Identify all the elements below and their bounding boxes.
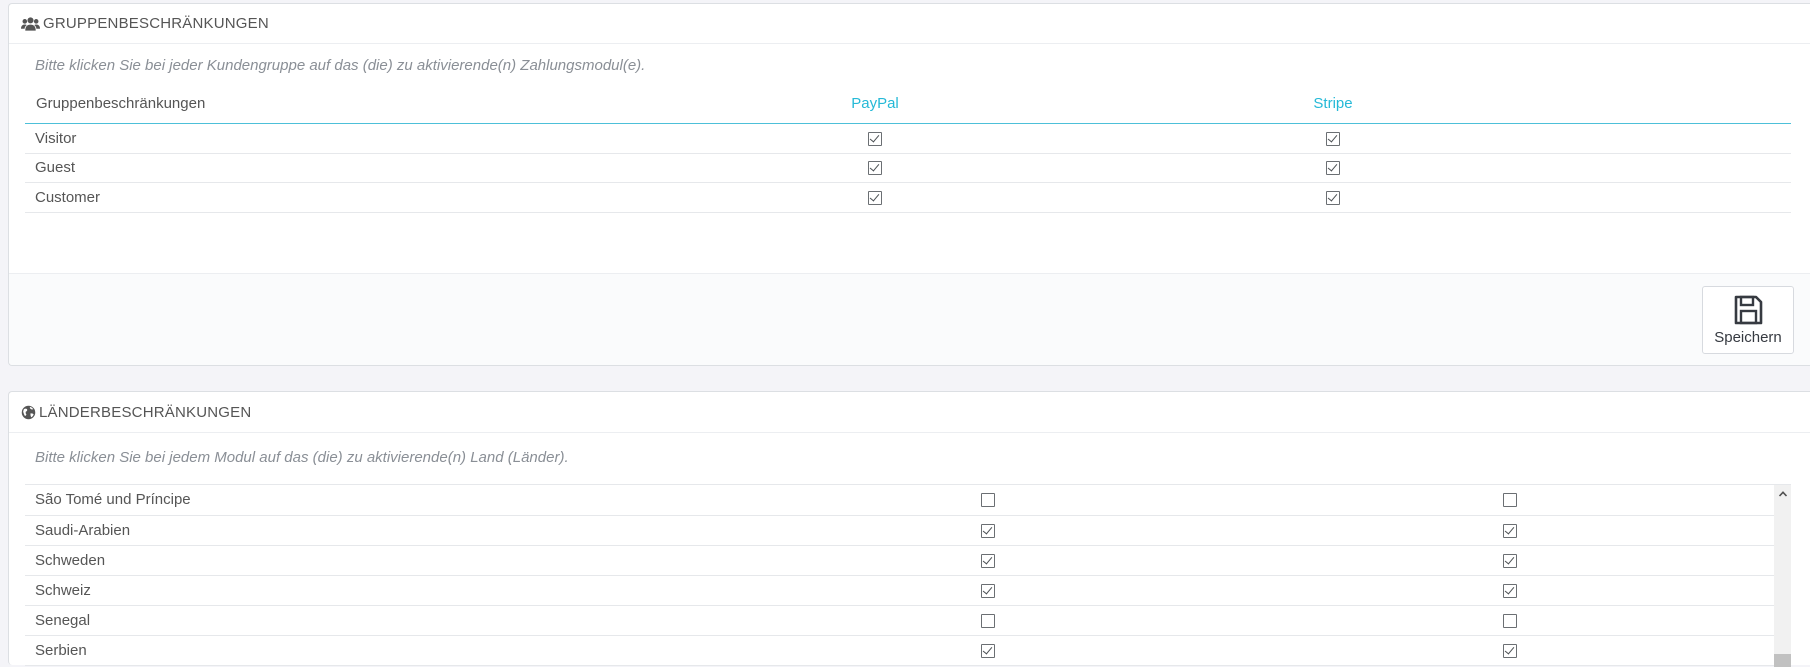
paypal-cell <box>739 545 1237 575</box>
panel-title: LÄNDERBESCHRÄNKUNGEN <box>39 403 252 421</box>
row-label: Saudi-Arabien <box>35 521 131 539</box>
stripe-cell <box>1100 153 1566 183</box>
stripe-cell <box>1237 575 1783 605</box>
column-header-groups: Gruppenbeschränkungen <box>36 95 206 112</box>
paypal-checkbox[interactable] <box>981 553 996 568</box>
stripe-checkbox[interactable] <box>1502 613 1517 628</box>
row-label: Senegal <box>35 611 91 629</box>
paypal-checkbox[interactable] <box>981 583 996 598</box>
paypal-cell <box>739 485 1237 515</box>
paypal-checkbox[interactable] <box>981 493 996 508</box>
paypal-checkbox[interactable] <box>868 190 882 205</box>
table-row: São Tomé und Príncipe <box>25 485 1783 515</box>
paypal-cell <box>739 605 1237 635</box>
row-label: Serbien <box>35 641 87 659</box>
table-row: Visitor <box>25 124 1791 154</box>
globe-icon <box>21 405 36 419</box>
help-text: Bitte klicken Sie bei jeder Kundengruppe… <box>35 57 646 74</box>
paypal-cell <box>650 124 1100 154</box>
table-row: Schweden <box>25 545 1783 575</box>
stripe-checkbox[interactable] <box>1502 493 1517 508</box>
stripe-checkbox[interactable] <box>1326 161 1340 176</box>
paypal-cell <box>739 515 1237 545</box>
save-button-label: Speichern <box>1714 329 1782 346</box>
save-button[interactable]: Speichern <box>1702 286 1794 354</box>
paypal-cell <box>739 635 1237 665</box>
panel-footer: Speichern <box>9 273 1810 365</box>
group-restrictions-table: Gruppenbeschränkungen PayPal Stripe Visi… <box>25 84 1791 213</box>
paypal-checkbox[interactable] <box>981 643 996 658</box>
stripe-checkbox[interactable] <box>1502 643 1517 658</box>
country-list-scroll-area[interactable]: São Tomé und Príncipe Saudi-Arabien Schwed… <box>25 484 1791 667</box>
save-icon <box>1734 295 1763 325</box>
row-label: Guest <box>35 159 76 177</box>
panel-heading: LÄNDERBESCHRÄNKUNGEN <box>9 392 1810 433</box>
stripe-cell <box>1237 515 1783 545</box>
table-row: Guest <box>25 153 1791 183</box>
scrollbar-thumb[interactable] <box>1774 654 1791 667</box>
row-label: Schweden <box>35 551 106 569</box>
country-restrictions-table: São Tomé und Príncipe Saudi-Arabien Schwed… <box>25 485 1783 666</box>
column-header-stripe[interactable]: Stripe <box>1100 84 1566 124</box>
row-label: Customer <box>35 188 101 206</box>
stripe-cell <box>1100 183 1566 213</box>
stripe-cell <box>1237 545 1783 575</box>
stripe-cell <box>1237 485 1783 515</box>
stripe-checkbox[interactable] <box>1502 583 1517 598</box>
paypal-checkbox[interactable] <box>981 523 996 538</box>
vertical-scrollbar[interactable] <box>1774 485 1791 667</box>
paypal-checkbox[interactable] <box>981 613 996 628</box>
panel-heading: GRUPPENBESCHRÄNKUNGEN <box>9 4 1810 44</box>
table-row: Serbien <box>25 635 1783 665</box>
stripe-checkbox[interactable] <box>1502 553 1517 568</box>
panel-title: GRUPPENBESCHRÄNKUNGEN <box>43 15 269 32</box>
row-label: Visitor <box>35 129 77 147</box>
paypal-checkbox[interactable] <box>868 131 882 146</box>
column-header-paypal[interactable]: PayPal <box>650 84 1100 124</box>
paypal-cell <box>739 575 1237 605</box>
paypal-cell <box>650 183 1100 213</box>
row-label: Schweiz <box>35 581 91 599</box>
scroll-up-arrow-icon[interactable] <box>1777 488 1788 499</box>
stripe-cell <box>1237 635 1783 665</box>
row-label: São Tomé und Príncipe <box>35 491 191 509</box>
country-restrictions-panel: LÄNDERBESCHRÄNKUNGEN Bitte klicken Sie b… <box>8 391 1810 667</box>
stripe-checkbox[interactable] <box>1502 523 1517 538</box>
table-row: Saudi-Arabien <box>25 515 1783 545</box>
paypal-checkbox[interactable] <box>868 161 882 176</box>
table-row: Schweiz <box>25 575 1783 605</box>
table-row: Senegal <box>25 605 1783 635</box>
table-header-row: Gruppenbeschränkungen PayPal Stripe <box>25 84 1791 124</box>
paypal-cell <box>650 153 1100 183</box>
table-row: Customer <box>25 183 1791 213</box>
users-icon <box>21 16 40 31</box>
stripe-cell <box>1100 124 1566 154</box>
help-text: Bitte klicken Sie bei jedem Modul auf da… <box>35 449 569 466</box>
stripe-checkbox[interactable] <box>1326 131 1340 146</box>
group-restrictions-panel: GRUPPENBESCHRÄNKUNGEN Bitte klicken Sie … <box>8 3 1810 366</box>
stripe-checkbox[interactable] <box>1326 190 1340 205</box>
stripe-cell <box>1237 605 1783 635</box>
